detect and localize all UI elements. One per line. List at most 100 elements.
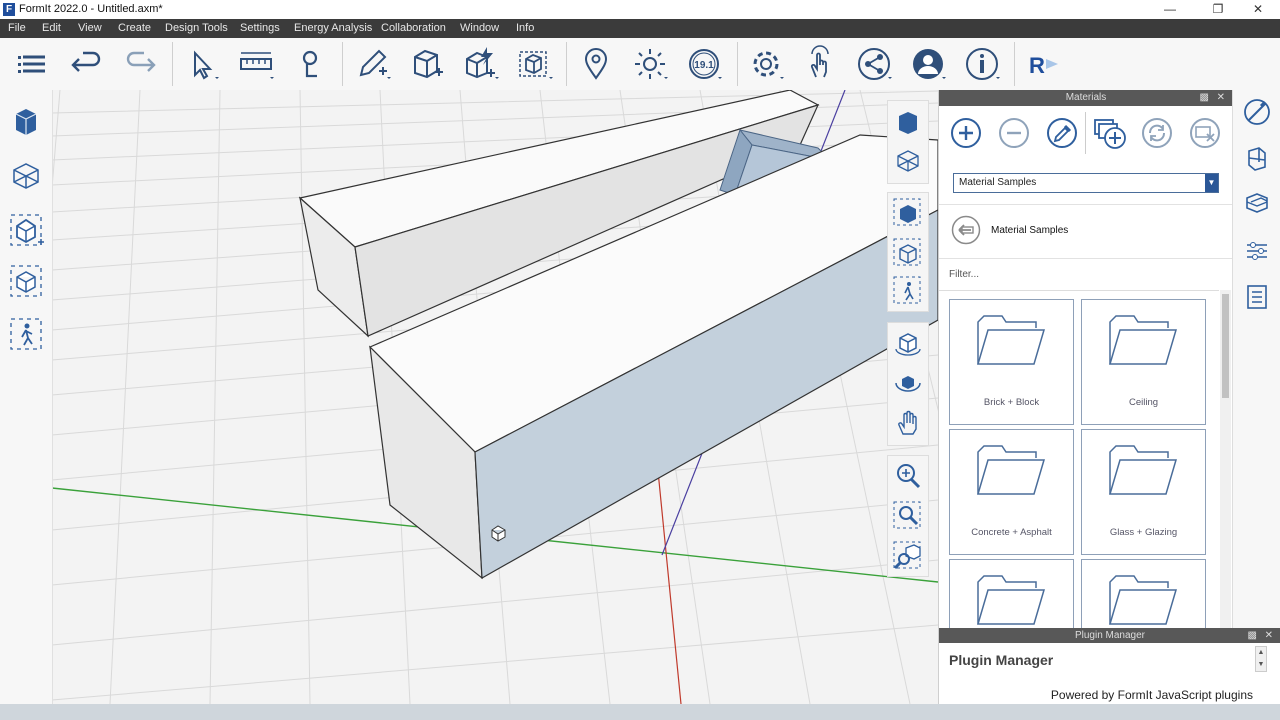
zoom-in-icon[interactable] xyxy=(892,460,924,492)
status-bar xyxy=(0,704,1280,720)
levels-panel-icon[interactable] xyxy=(1243,145,1271,173)
settings-gear-icon[interactable] xyxy=(746,45,786,83)
pan-hand-icon[interactable] xyxy=(892,407,924,439)
add-library-icon[interactable] xyxy=(1091,114,1129,152)
info-icon[interactable] xyxy=(962,45,1002,83)
menu-settings[interactable]: Settings xyxy=(240,22,280,34)
material-breadcrumb: Material Samples xyxy=(991,225,1069,236)
panel-pin-icon[interactable]: ▩ xyxy=(1200,90,1209,106)
minimize-button[interactable]: — xyxy=(1148,0,1192,19)
view-mode-strip xyxy=(887,100,929,184)
select-icon[interactable] xyxy=(181,45,221,83)
back-arrow-icon[interactable] xyxy=(951,215,981,245)
folder-glass-glazing[interactable]: Glass + Glazing xyxy=(1081,429,1206,555)
folder-partial[interactable] xyxy=(949,559,1074,629)
model-canvas[interactable] xyxy=(0,90,938,704)
toolbar-separator xyxy=(737,42,738,86)
folder-partial[interactable] xyxy=(1081,559,1206,629)
remove-material-icon[interactable] xyxy=(995,114,1033,152)
remove-library-icon[interactable] xyxy=(1186,114,1224,152)
left-toolbar xyxy=(0,90,53,704)
formit-logo-icon: F xyxy=(3,3,15,16)
material-filter-input[interactable]: Filter... xyxy=(949,269,979,280)
version-icon[interactable]: 19.1 xyxy=(684,45,724,83)
material-library-select[interactable]: Material Samples ▼ xyxy=(953,173,1219,193)
toolbar-separator xyxy=(172,42,173,86)
menu-window[interactable]: Window xyxy=(460,22,499,34)
zoom-extents-icon[interactable] xyxy=(892,540,924,572)
cube-view-icon[interactable] xyxy=(8,104,44,140)
material-scrollbar[interactable] xyxy=(1220,290,1231,628)
folder-icon xyxy=(976,315,1046,365)
orbit-cube-icon[interactable] xyxy=(892,327,924,359)
layers-panel-icon[interactable] xyxy=(1243,190,1271,218)
menu-info[interactable]: Info xyxy=(516,22,534,34)
chevron-down-icon[interactable]: ▼ xyxy=(1205,174,1218,192)
folder-brick-block[interactable]: Brick + Block xyxy=(949,299,1074,425)
window-title: FormIt 2022.0 - Untitled.axm* xyxy=(19,3,163,15)
folder-icon xyxy=(1108,575,1178,625)
user-icon[interactable] xyxy=(908,45,948,83)
materials-panel-title: Materials xyxy=(1065,92,1107,103)
menu-collaboration[interactable]: Collaboration xyxy=(381,22,446,34)
divider xyxy=(939,204,1233,205)
shaded-view-icon[interactable] xyxy=(892,107,924,139)
plugin-manager-heading: Plugin Manager xyxy=(949,652,1054,668)
3d-viewport[interactable] xyxy=(0,90,938,704)
scenes-panel-icon[interactable] xyxy=(1243,283,1271,311)
wire-view-icon[interactable] xyxy=(892,145,924,177)
materials-panel: Materials ▩ ✕ Material Samples ▼ Materia… xyxy=(938,90,1233,629)
cube-add-icon[interactable] xyxy=(407,45,447,83)
undo-icon[interactable] xyxy=(67,45,107,83)
plugin-panel-title: Plugin Manager xyxy=(1074,630,1146,641)
hamburger-menu-icon[interactable] xyxy=(13,45,53,83)
menu-create[interactable]: Create xyxy=(118,22,151,34)
panel-close-icon[interactable]: ✕ xyxy=(1217,90,1225,106)
perspective-cube-icon[interactable] xyxy=(892,237,924,269)
cube-lightning-icon[interactable] xyxy=(461,45,501,83)
maximize-button[interactable]: ❐ xyxy=(1196,0,1240,19)
refresh-library-icon[interactable] xyxy=(1138,114,1176,152)
revit-label: R xyxy=(1029,53,1045,78)
panel-pin-icon[interactable]: ▩ xyxy=(1248,628,1257,643)
folder-concrete-asphalt[interactable]: Concrete + Asphalt xyxy=(949,429,1074,555)
group-icon[interactable] xyxy=(515,45,555,83)
folder-label: Ceiling xyxy=(1128,397,1159,408)
plugin-scrollbar[interactable]: ▲ ▼ xyxy=(1255,646,1267,672)
eyedropper-icon[interactable] xyxy=(1043,114,1081,152)
home-view-icon[interactable] xyxy=(8,212,44,248)
menu-design-tools[interactable]: Design Tools xyxy=(165,22,228,34)
location-pin-icon[interactable] xyxy=(576,45,616,83)
measure-icon[interactable] xyxy=(236,45,276,83)
pencil-icon[interactable] xyxy=(353,45,393,83)
scrollbar-thumb[interactable] xyxy=(1222,294,1229,398)
folder-icon xyxy=(1108,315,1178,365)
share-icon[interactable] xyxy=(854,45,894,83)
walk-person-icon[interactable] xyxy=(892,275,924,307)
perspective-view-icon[interactable] xyxy=(8,263,44,299)
paint-icon[interactable] xyxy=(290,45,330,83)
close-button[interactable]: ✕ xyxy=(1236,0,1280,19)
rotate-icon[interactable] xyxy=(892,367,924,399)
properties-panel-icon[interactable] xyxy=(1243,237,1271,265)
walkthrough-icon[interactable] xyxy=(8,316,44,352)
zoom-window-icon[interactable] xyxy=(892,500,924,532)
menu-edit[interactable]: Edit xyxy=(42,22,61,34)
sun-icon[interactable] xyxy=(630,45,670,83)
menu-view[interactable]: View xyxy=(78,22,102,34)
home-cube-icon[interactable] xyxy=(892,197,924,229)
redo-icon[interactable] xyxy=(120,45,160,83)
revit-icon[interactable]: R xyxy=(1024,45,1064,83)
touch-gesture-icon[interactable] xyxy=(800,45,840,83)
materials-panel-icon[interactable] xyxy=(1243,98,1271,126)
menu-bar: File Edit View Create Design Tools Setti… xyxy=(0,19,1280,38)
menu-file[interactable]: File xyxy=(8,22,26,34)
add-material-icon[interactable] xyxy=(947,114,985,152)
panel-close-icon[interactable]: ✕ xyxy=(1265,628,1273,643)
toolbar-separator xyxy=(342,42,343,86)
wireframe-view-icon[interactable] xyxy=(8,158,44,194)
folder-ceiling[interactable]: Ceiling xyxy=(1081,299,1206,425)
zoom-strip xyxy=(887,455,929,577)
materials-panel-header: Materials ▩ ✕ xyxy=(939,90,1233,106)
menu-energy-analysis[interactable]: Energy Analysis xyxy=(294,22,372,34)
